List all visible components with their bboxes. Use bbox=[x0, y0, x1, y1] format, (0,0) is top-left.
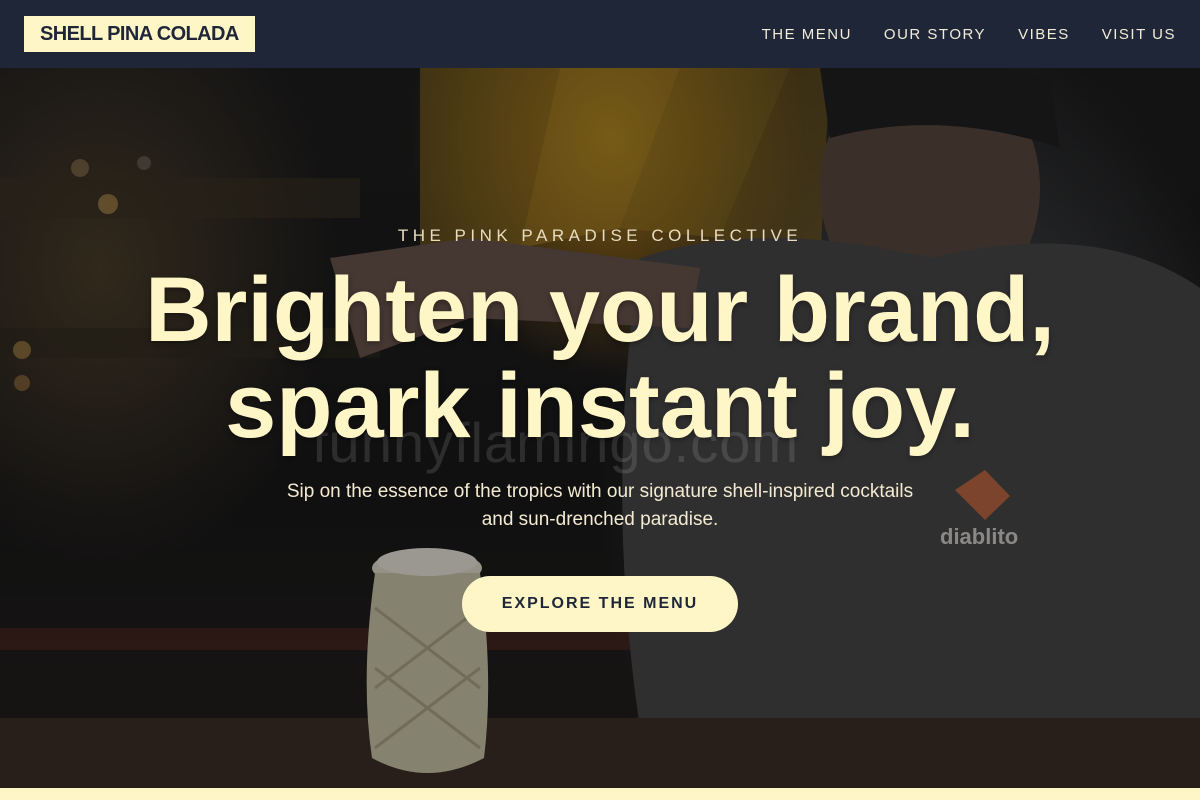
hero-subtext: Sip on the essence of the tropics with o… bbox=[250, 478, 950, 534]
main-nav: THE MENU OUR STORY VIBES VISIT US bbox=[762, 26, 1176, 43]
brand-logo[interactable]: SHELL PINA COLADA bbox=[24, 16, 255, 52]
subtext-line-1: Sip on the essence of the tropics with o… bbox=[286, 481, 914, 502]
nav-link-the-menu[interactable]: THE MENU bbox=[762, 26, 852, 43]
nav-link-visit-us[interactable]: VISIT US bbox=[1102, 26, 1176, 43]
subtext-line-2: and sun-drenched paradise. bbox=[481, 509, 719, 530]
headline-line-2: spark instant joy. bbox=[225, 355, 975, 457]
top-navbar: SHELL PINA COLADA THE MENU OUR STORY VIB… bbox=[0, 0, 1200, 68]
hero-content: THE PINK PARADISE COLLECTIVE Brighten yo… bbox=[0, 68, 1200, 788]
nav-link-our-story[interactable]: OUR STORY bbox=[884, 26, 986, 43]
nav-link-vibes[interactable]: VIBES bbox=[1018, 26, 1070, 43]
headline-line-1: Brighten your brand, bbox=[145, 259, 1055, 361]
hero-headline: Brighten your brand, spark instant joy. bbox=[50, 262, 1150, 454]
hero-eyebrow: THE PINK PARADISE COLLECTIVE bbox=[397, 226, 803, 245]
explore-menu-button[interactable]: EXPLORE THE MENU bbox=[461, 576, 739, 632]
hero-section: diablito funnyflamingo.com THE PINK PARA… bbox=[0, 68, 1200, 788]
bottom-accent-strip bbox=[0, 788, 1200, 800]
